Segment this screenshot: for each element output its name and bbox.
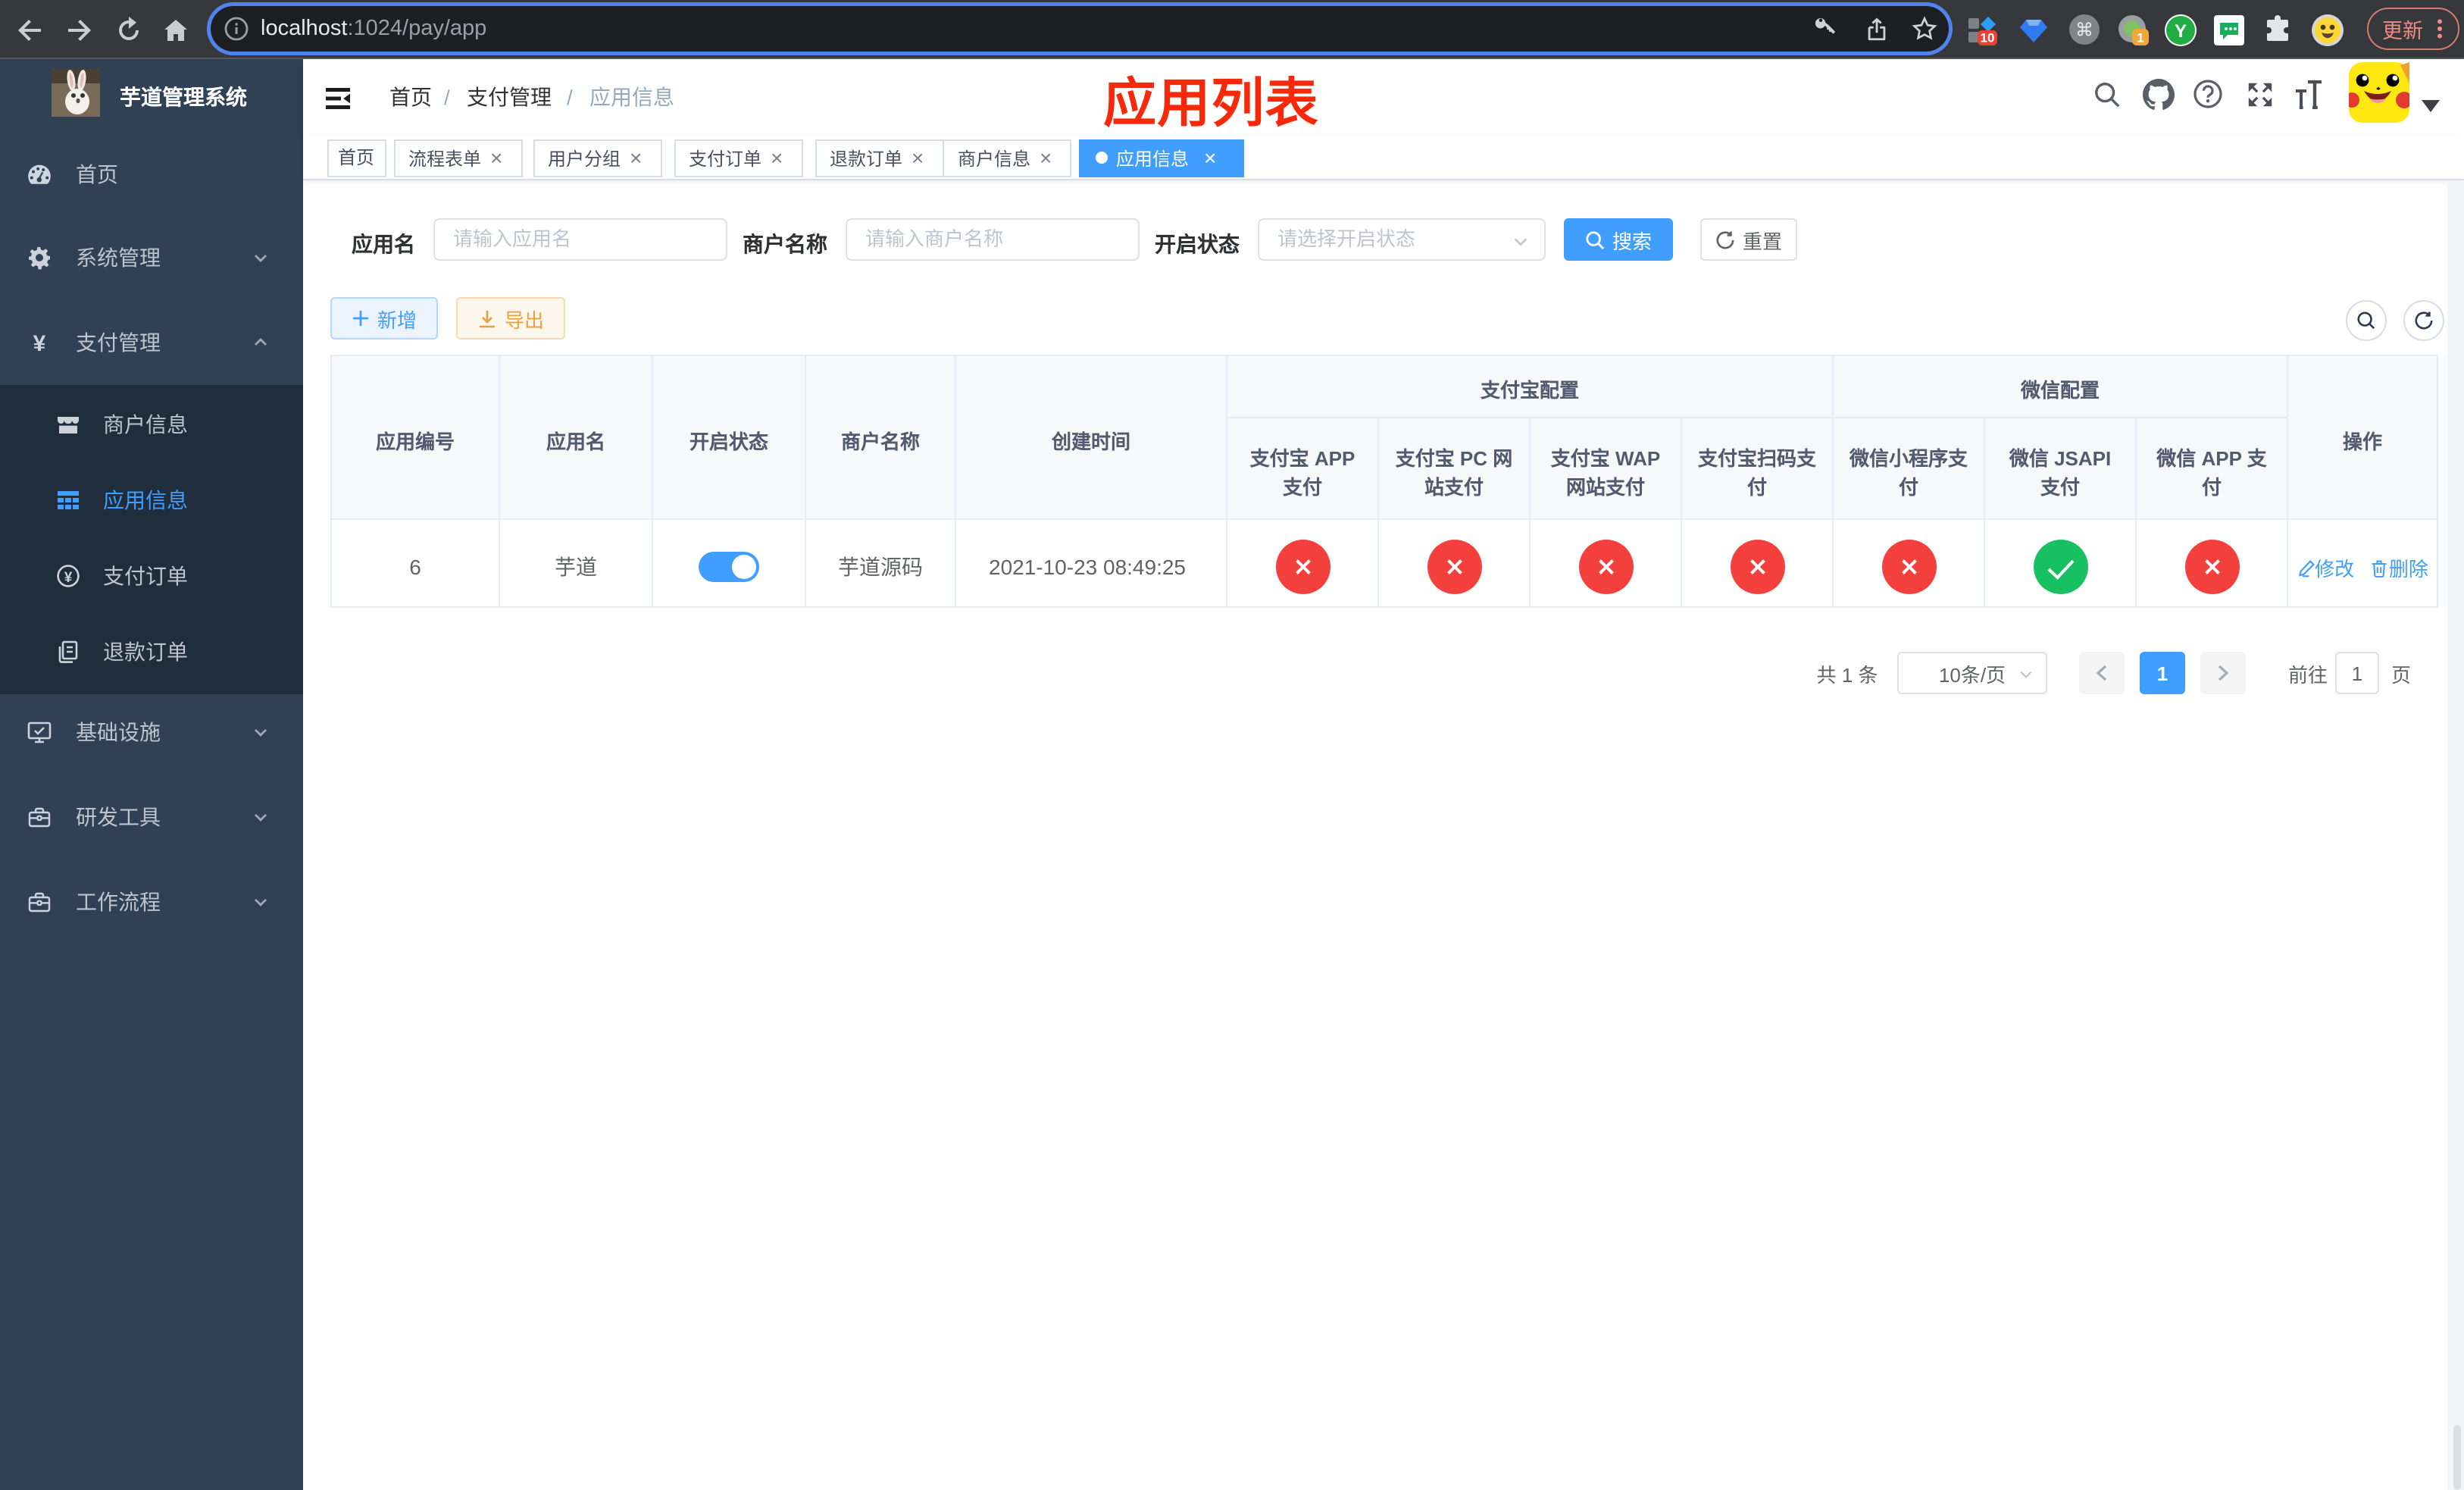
- svg-text:1: 1: [2137, 30, 2143, 45]
- svg-text:10: 10: [1981, 30, 1995, 45]
- svg-text:⌘: ⌘: [2075, 20, 2093, 41]
- svg-text:¥: ¥: [64, 570, 73, 586]
- svg-text:¥: ¥: [33, 331, 46, 355]
- svg-text:Y: Y: [2175, 20, 2187, 41]
